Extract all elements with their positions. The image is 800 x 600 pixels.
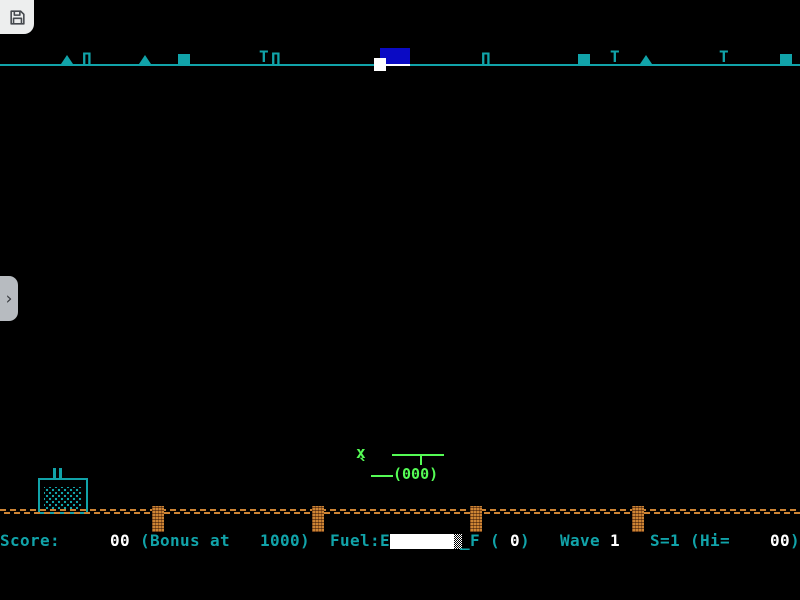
fence-post: [152, 506, 164, 532]
radar-marker-T: T: [259, 50, 269, 64]
status-segment: Fuel:E: [330, 532, 390, 550]
game-screen[interactable]: ΠTΠΠTT x ` (000) Score:00(Bonus at1000)F…: [0, 0, 800, 600]
save-button[interactable]: [0, 0, 34, 34]
fence-post: [312, 506, 324, 532]
base-building-hatch: [44, 487, 82, 510]
floppy-disk-icon: [8, 8, 27, 27]
radar-marker-pi: Π: [82, 52, 92, 66]
fence-post: [632, 506, 644, 532]
helicopter-mast: [420, 456, 422, 465]
status-segment: ): [790, 532, 800, 550]
chevron-right-icon: ›: [6, 289, 13, 309]
status-segment: Wave: [560, 532, 600, 550]
status-segment: 1000): [260, 532, 310, 550]
radar-marker-triangle: [640, 55, 652, 64]
radar-marker-triangle: [139, 55, 151, 64]
radar-marker-T: T: [610, 50, 620, 64]
radar-marker-square: [578, 54, 590, 66]
status-segment: _F (: [460, 532, 500, 550]
fuel-gauge-fill: [390, 534, 454, 549]
status-segment: 1: [610, 532, 620, 550]
status-segment: 00: [770, 532, 790, 550]
radar-marker-square: [178, 54, 190, 66]
radar-marker-T: T: [719, 50, 729, 64]
sidebar-toggle-button[interactable]: ›: [0, 276, 18, 321]
radar-player-dot: [374, 58, 386, 71]
helicopter-body: (000): [393, 466, 438, 483]
building-chimney: [59, 468, 62, 479]
helicopter-rotor: [392, 454, 444, 456]
status-segment: ): [520, 532, 530, 550]
radar-marker-pi: Π: [271, 52, 281, 66]
status-segment: Score:: [0, 532, 60, 550]
status-segment: 00: [110, 532, 130, 550]
building-chimney: [53, 468, 56, 479]
helicopter-tail-glyph: `: [358, 459, 369, 475]
helicopter-tail-boom: [371, 475, 393, 477]
status-segment: S=1 (Hi=: [650, 532, 730, 550]
status-segment: (Bonus at: [140, 532, 230, 550]
status-bar: Score: 00 (Bonus at 1000) Fuel:E _F ( 0) Wave 1 S…: [0, 531, 800, 552]
radar-marker-triangle: [61, 55, 73, 64]
status-segment: 0: [510, 532, 520, 550]
radar-marker-square: [780, 54, 792, 66]
ground-line: [0, 509, 800, 511]
ground-line: [0, 512, 800, 514]
radar-marker-pi: Π: [481, 52, 491, 66]
radar-player-line: [386, 64, 410, 66]
fence-post: [470, 506, 482, 532]
